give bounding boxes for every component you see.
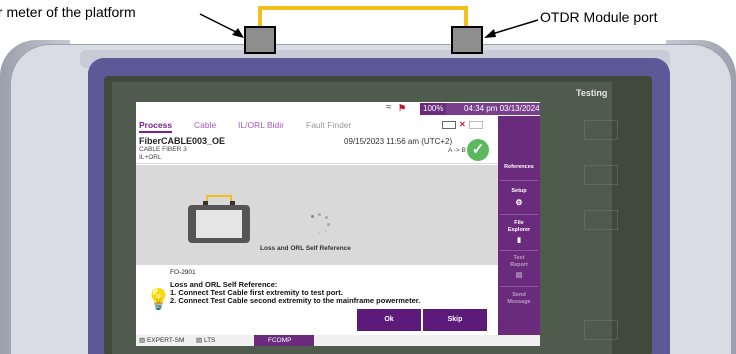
footer-bar: ▧ EXPERT-SM ▧ LTS FCOMP [136, 335, 540, 346]
toggle-icon[interactable] [468, 120, 483, 129]
battery-level: 100% [420, 103, 447, 115]
powermeter-port[interactable] [244, 26, 276, 54]
instruction-dialog: 💡 FO-2901 Loss and ORL Self Reference: 1… [136, 265, 498, 335]
test-cable-top [258, 6, 468, 10]
brand-label: Testing [576, 88, 608, 98]
callout-arrow-right [491, 19, 539, 35]
softkey-ghost [584, 165, 618, 185]
test-cable-left [258, 6, 262, 28]
send-message-label: Message [507, 299, 531, 305]
lightbulb-icon: 💡 [146, 289, 171, 311]
report-icon: ▤ [515, 272, 523, 279]
cable-name: CABLE FIBER 3 [139, 146, 187, 153]
clock: 04:34 pm 03/13/2024 [446, 103, 540, 115]
callout-otdr-port: OTDR Module port [540, 9, 658, 25]
hardware-softkeys [572, 110, 632, 350]
test-direction: A -> B [448, 147, 466, 154]
flag-icon: ⚑ [398, 103, 407, 113]
lts-icon: ▧ [196, 337, 204, 344]
file-explorer-label: Explorer [507, 227, 531, 233]
softkey-ghost [584, 120, 618, 140]
send-message-button[interactable]: Send [498, 292, 540, 298]
tab-bar: Process Cable IL/ORL Bidir Fault Finder … [136, 116, 498, 133]
reference-work-area: Loss and ORL Self Reference [136, 165, 498, 265]
folder-icon: ▮ [517, 237, 521, 244]
test-report-button[interactable]: Test [498, 255, 540, 261]
test-cable-right [464, 6, 468, 28]
tab-fault-finder[interactable]: Fault Finder [306, 120, 351, 130]
callout-arrowhead-left [232, 28, 244, 38]
callout-arrow-left [199, 13, 237, 33]
test-datetime: 09/15/2023 11:56 am (UTC+2) [344, 137, 453, 146]
tab-il-orl-bidir[interactable]: IL/ORL Bidir [238, 120, 284, 130]
tab-process[interactable]: Process [139, 120, 173, 133]
file-explorer-button[interactable]: File [498, 220, 540, 226]
softkey-ghost [584, 210, 618, 230]
result-header: FiberCABLE003_OE CABLE FIBER 3 IL+ORL 09… [136, 134, 498, 164]
footer-lts[interactable]: ▧ LTS [196, 336, 215, 344]
callout-powermeter: wer meter of the platform [0, 4, 136, 20]
dialog-code: FO-2901 [170, 269, 196, 276]
window-icon[interactable] [442, 120, 456, 129]
device-illustration-icon [188, 205, 250, 243]
otdr-module-port[interactable] [451, 26, 483, 54]
footer-fcomp[interactable]: FCOMP [254, 335, 314, 346]
setup-button[interactable]: Setup [498, 188, 540, 194]
footer-expert-sm[interactable]: ▧ EXPERT-SM [139, 336, 184, 344]
softkey-ghost [584, 320, 618, 340]
statusbar: ≈ ⚑ 100% 04:34 pm 03/13/2024 [136, 102, 540, 116]
work-caption: Loss and ORL Self Reference [260, 245, 351, 252]
skip-button[interactable]: Skip [423, 309, 487, 331]
test-mode: IL+ORL [139, 154, 162, 161]
loading-spinner-icon [308, 213, 330, 235]
ok-button[interactable]: Ok [357, 309, 421, 331]
tab-cable[interactable]: Cable [194, 120, 216, 130]
footer-lts-label: LTS [203, 337, 216, 344]
dialog-step-2: 2. Connect Test Cable second extremity t… [170, 296, 421, 305]
file-name: FiberCABLE003_OE [139, 136, 226, 146]
tab-tools: ✕ [442, 120, 483, 129]
side-menu: References Setup ⚙ File Explorer ▮ Test … [498, 116, 540, 335]
close-icon[interactable]: ✕ [459, 120, 466, 129]
wifi-icon: ≈ [386, 102, 392, 113]
module-icon: ▧ [139, 337, 147, 344]
callout-arrowhead-right [484, 29, 496, 38]
footer-expert-sm-label: EXPERT-SM [146, 337, 185, 344]
app-screen: ≈ ⚑ 100% 04:34 pm 03/13/2024 Process Cab… [136, 102, 540, 346]
test-report-label: Report [510, 262, 528, 268]
references-button[interactable]: References [498, 164, 540, 170]
gear-icon: ⚙ [515, 198, 523, 207]
pass-check-icon: ✓ [467, 139, 489, 161]
